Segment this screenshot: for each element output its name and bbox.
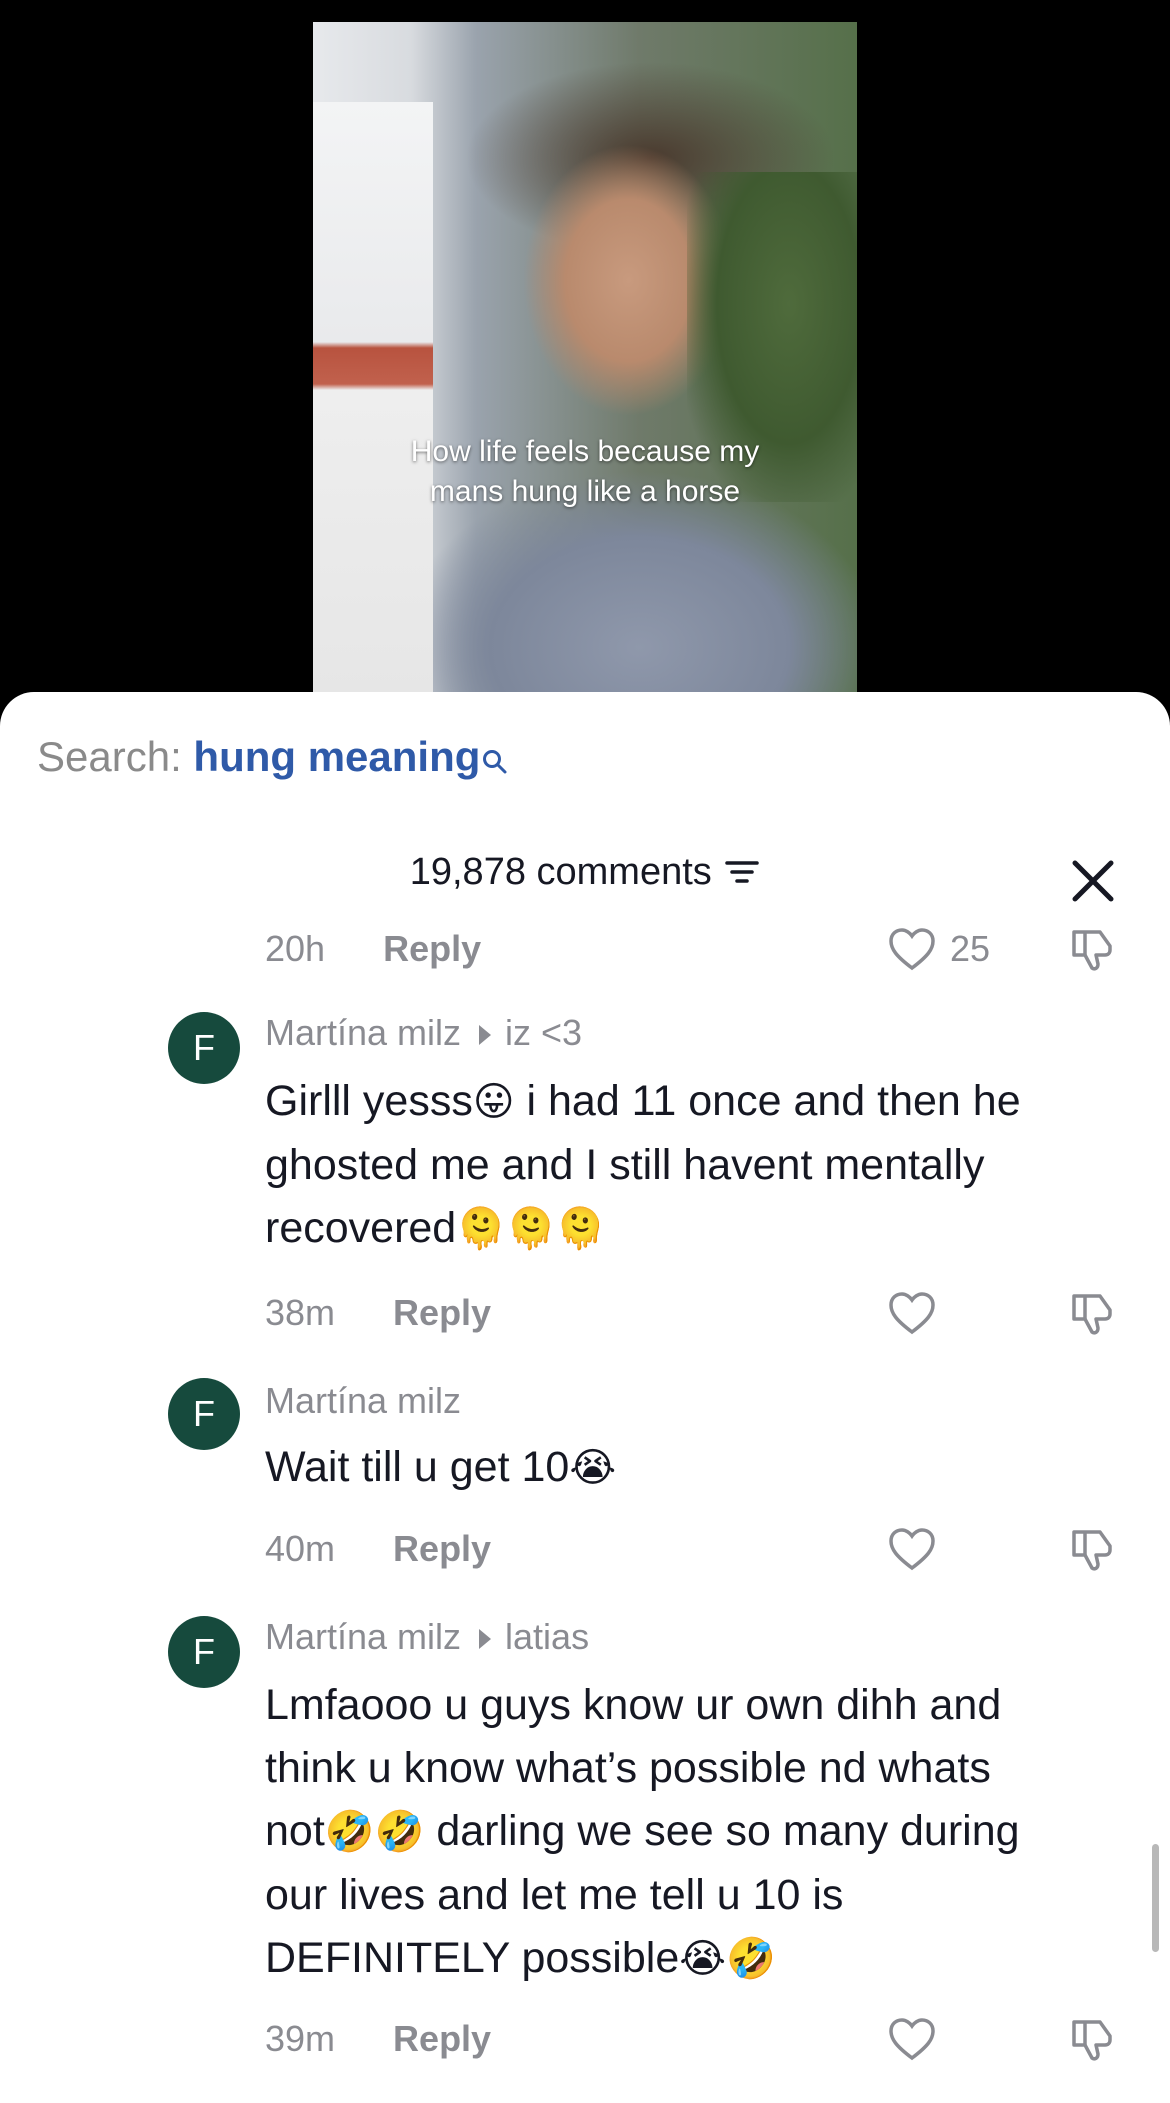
- comment-author[interactable]: Martína milz iz <3: [265, 1012, 582, 1054]
- emoji: 😭🤣: [679, 1936, 776, 1982]
- comment-text-line: darling we see so many during: [424, 1807, 1020, 1855]
- emoji: 😭: [569, 1445, 617, 1491]
- reply-button[interactable]: Reply: [393, 1292, 491, 1333]
- reply-arrow-icon: [479, 1629, 492, 1650]
- heart-icon[interactable]: [886, 1288, 938, 1340]
- author-name[interactable]: Martína milz: [265, 1380, 461, 1421]
- emoji: 🫠🫠🫠: [456, 1206, 606, 1252]
- reply-to-name[interactable]: latias: [505, 1616, 589, 1657]
- comment-time: 20h: [265, 928, 326, 969]
- author-name[interactable]: Martína milz: [265, 1616, 461, 1657]
- avatar[interactable]: F: [168, 1616, 240, 1688]
- dislike-icon[interactable]: [1066, 1524, 1118, 1576]
- caption-line: mans hung like a horse: [429, 475, 741, 508]
- comment-text-line: i had 11 once and then he: [514, 1077, 1021, 1125]
- dislike-icon[interactable]: [1066, 924, 1118, 976]
- dislike-icon[interactable]: [1066, 1288, 1118, 1340]
- heart-icon[interactable]: [886, 1524, 938, 1576]
- search-suggestion[interactable]: Search: hung meaning: [37, 732, 508, 782]
- comment-time: 40m: [265, 1528, 336, 1569]
- heart-icon[interactable]: [886, 924, 938, 976]
- comments-header: 19,878 comments: [0, 850, 1170, 894]
- reply-arrow-icon: [479, 1025, 492, 1046]
- comment-meta: 39m Reply: [265, 2018, 491, 2060]
- search-query[interactable]: hung meaning: [193, 733, 480, 780]
- avatar[interactable]: F: [168, 1012, 240, 1084]
- reply-button[interactable]: Reply: [383, 928, 481, 969]
- comment-text: Girlll yesss😛 i had 11 once and then he …: [265, 1070, 1125, 1261]
- dislike-icon[interactable]: [1066, 2014, 1118, 2066]
- filter-icon[interactable]: [724, 857, 760, 887]
- reply-button[interactable]: Reply: [393, 1528, 491, 1569]
- comments-sheet: Search: hung meaning 19,878 comments 20h…: [0, 692, 1170, 2103]
- video-background-house: [313, 102, 433, 702]
- comment-text-line: recovered: [265, 1204, 457, 1252]
- author-name[interactable]: Martína milz: [265, 1012, 461, 1053]
- comment-text-line: ghosted me and I still havent mentally: [265, 1141, 985, 1189]
- comment-text-line: not: [265, 1807, 325, 1855]
- video-player[interactable]: How life feels because my mans hung like…: [313, 22, 857, 702]
- comment-text-line: our lives and let me tell u 10 is: [265, 1871, 844, 1919]
- comment-text-line: DEFINITELY possible: [265, 1934, 680, 1982]
- comment-text-line: Girlll yesss: [265, 1077, 473, 1125]
- scrollbar[interactable]: [1152, 1844, 1159, 1952]
- like-count: 25: [950, 928, 991, 969]
- comment-time: 38m: [265, 1292, 336, 1333]
- comment-author[interactable]: Martína milz: [265, 1380, 461, 1422]
- avatar[interactable]: F: [168, 1378, 240, 1450]
- comment-count: 19,878 comments: [409, 851, 712, 893]
- emoji: 🤣🤣: [324, 1809, 425, 1855]
- comment-time: 39m: [265, 2018, 336, 2059]
- caption-line: How life feels because my: [410, 435, 760, 468]
- comment-text: Lmfaooo u guys know ur own dihh and thin…: [265, 1674, 1125, 1991]
- reply-button[interactable]: Reply: [393, 2018, 491, 2059]
- comment-text: Wait till u get 10😭: [265, 1436, 1125, 1500]
- reply-to-name[interactable]: iz <3: [505, 1012, 582, 1053]
- close-icon[interactable]: [1070, 858, 1116, 904]
- search-label: Search:: [37, 733, 182, 780]
- heart-icon[interactable]: [886, 2014, 938, 2066]
- comment-text-line: think u know what’s possible nd whats: [265, 1744, 991, 1792]
- comment-meta: 40m Reply: [265, 1528, 491, 1570]
- video-caption: How life feels because my mans hung like…: [313, 432, 857, 512]
- comment-author[interactable]: Martína milz latias: [265, 1616, 589, 1658]
- search-icon[interactable]: [482, 736, 508, 774]
- comment-meta: 20h Reply: [265, 928, 481, 970]
- comment-text-line: Wait till u get 10: [265, 1443, 570, 1491]
- comment-meta: 38m Reply: [265, 1292, 491, 1334]
- comment-text-line: Lmfaooo u guys know ur own dihh and: [265, 1681, 1002, 1729]
- emoji: 😛: [472, 1079, 515, 1125]
